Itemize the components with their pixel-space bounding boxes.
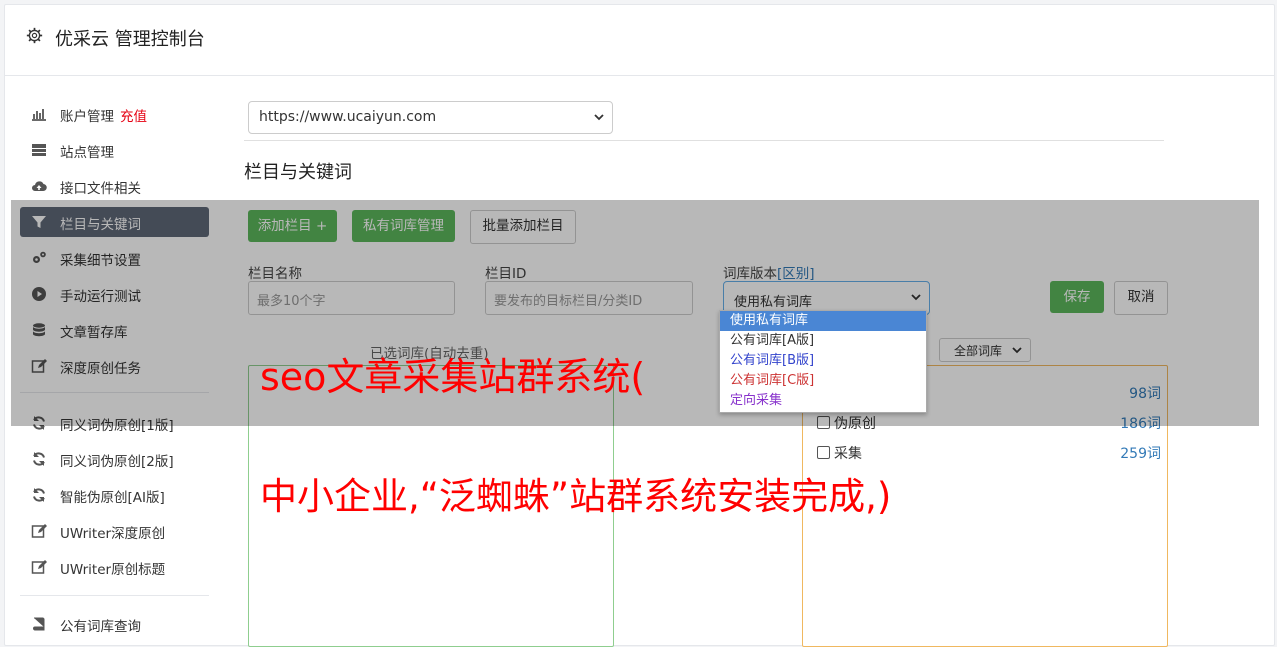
wordlib-checkbox[interactable] <box>817 446 830 459</box>
edit-icon <box>31 524 47 538</box>
refresh-icon <box>33 452 45 466</box>
sidebar-item-label: 账户管理 <box>60 109 114 125</box>
sidebar-item-label: 同义词伪原创[2版] <box>60 454 174 470</box>
section-title: 栏目与关键词 <box>244 162 352 183</box>
sidebar-item-label: 公有词库查询 <box>60 619 141 635</box>
book-icon <box>33 617 45 631</box>
site-select[interactable]: https://www.ucaiyun.com <box>248 101 613 134</box>
section-divider <box>244 140 1164 141</box>
recharge-link[interactable]: 充值 <box>120 109 147 125</box>
wordlib-item[interactable]: 采集 259词 <box>817 443 1161 463</box>
sidebar-item-account[interactable]: 账户管理 充值 <box>20 99 209 129</box>
bar-chart-icon <box>32 109 46 121</box>
sidebar-item-synonym-v2[interactable]: 同义词伪原创[2版] <box>20 444 209 474</box>
top-bar: 优采云 管理控制台 <box>5 5 1274 76</box>
dropdown-option[interactable]: 公有词库[A版] <box>720 331 926 351</box>
dropdown-option[interactable]: 公有词库[B版] <box>720 351 926 371</box>
dropdown-option[interactable]: 定向采集 <box>720 391 926 411</box>
lexicon-version-dropdown: 使用私有词库 公有词库[A版] 公有词库[B版] 公有词库[C版] 定向采集 <box>719 310 927 413</box>
gear-icon <box>26 27 43 44</box>
sidebar-item-label: 接口文件相关 <box>60 181 141 197</box>
wordlib-item-count: 259词 <box>1120 446 1161 462</box>
sidebar-item-label: UWriter深度原创 <box>60 526 166 542</box>
overlay-headline-1: seo文章采集站群系统( <box>260 355 646 399</box>
chevron-down-icon <box>594 114 604 121</box>
server-icon <box>32 144 46 156</box>
sidebar-item-label: UWriter原创标题 <box>60 562 166 578</box>
overlay-headline-2: 中小企业,“泛蜘蛛”站群系统安装完成,) <box>260 475 892 518</box>
refresh-icon <box>33 488 45 502</box>
sidebar-item-ai-rewrite[interactable]: 智能伪原创[AI版] <box>20 480 209 510</box>
sidebar-item-sites[interactable]: 站点管理 <box>20 135 209 165</box>
sidebar-item-uwriter-deep[interactable]: UWriter深度原创 <box>20 516 209 546</box>
sidebar-item-public-lexicon[interactable]: 公有词库查询 <box>20 609 209 639</box>
dropdown-option[interactable]: 使用私有词库 <box>720 311 926 331</box>
sidebar-item-interface[interactable]: 接口文件相关 <box>20 171 209 201</box>
cloud-upload-icon <box>32 181 47 192</box>
sidebar-item-label: 智能伪原创[AI版] <box>60 490 165 506</box>
sidebar-item-label: 站点管理 <box>60 145 114 161</box>
dropdown-option[interactable]: 公有词库[C版] <box>720 371 926 391</box>
sidebar-divider <box>20 595 209 596</box>
wordlib-item-name: 采集 <box>834 446 862 462</box>
edit-icon <box>31 560 47 574</box>
sidebar-item-uwriter-title[interactable]: UWriter原创标题 <box>20 552 209 582</box>
app-title: 优采云 管理控制台 <box>55 29 205 50</box>
site-select-value: https://www.ucaiyun.com <box>259 109 437 125</box>
